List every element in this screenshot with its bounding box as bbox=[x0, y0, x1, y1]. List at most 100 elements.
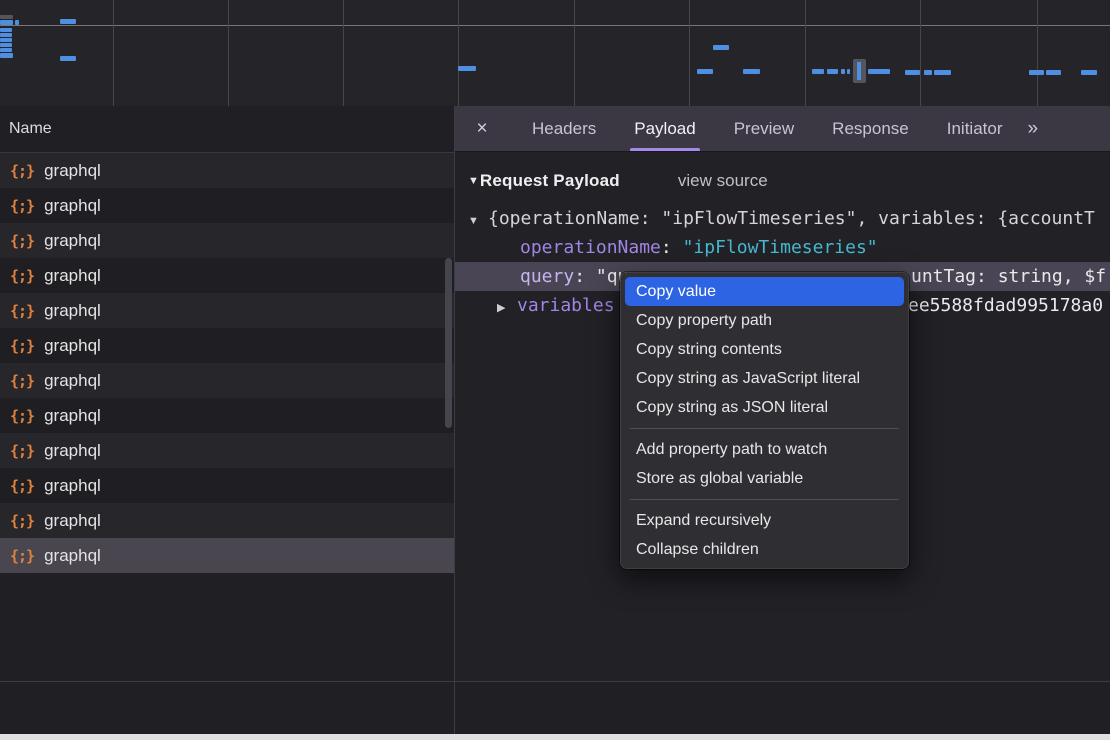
waterfall-request-bar[interactable] bbox=[1081, 70, 1097, 75]
summary-footer bbox=[0, 681, 1110, 734]
tab-payload[interactable]: Payload bbox=[634, 106, 695, 151]
tab-headers[interactable]: Headers bbox=[532, 106, 596, 151]
json-file-icon: {;} bbox=[10, 267, 34, 285]
request-list-panel: Name {;} graphql {;} graphql {;} graphql {;} gr… bbox=[0, 106, 455, 681]
menu-item-expand-recursively[interactable]: Expand recursively bbox=[620, 506, 909, 535]
tab-preview[interactable]: Preview bbox=[734, 106, 794, 151]
view-source-link[interactable]: view source bbox=[678, 171, 768, 191]
waterfall-request-bar[interactable] bbox=[458, 66, 476, 71]
request-row[interactable]: {;}graphql bbox=[0, 153, 454, 188]
request-row[interactable]: {;} graphql bbox=[0, 503, 454, 538]
waterfall-request-bar[interactable] bbox=[697, 69, 713, 74]
json-string-value: "ipFlowTimeseries" bbox=[683, 237, 878, 258]
waterfall-request-bar[interactable] bbox=[60, 56, 76, 61]
detail-tabbar: × Headers Payload Preview Response Initiator… bbox=[455, 106, 1110, 152]
menu-item-copy-string-as-json-literal[interactable]: Copy string as JSON literal bbox=[620, 393, 909, 422]
waterfall-request-bar[interactable] bbox=[743, 69, 760, 74]
json-key: variables bbox=[517, 295, 615, 316]
close-icon[interactable]: × bbox=[471, 118, 493, 140]
overview-gridline bbox=[689, 0, 690, 106]
tab-response[interactable]: Response bbox=[832, 106, 909, 151]
waterfall-request-bar[interactable] bbox=[934, 70, 951, 75]
request-name-label: graphql bbox=[44, 266, 101, 286]
waterfall-request-bar[interactable] bbox=[0, 33, 12, 37]
tab-initiator[interactable]: Initiator bbox=[947, 106, 1003, 151]
request-payload-section[interactable]: ▼ Request Payload view source bbox=[455, 164, 1110, 198]
request-name-label: graphql bbox=[44, 336, 101, 356]
context-menu: Copy valueCopy property pathCopy string … bbox=[620, 272, 909, 569]
request-row[interactable]: {;} graphql bbox=[0, 293, 454, 328]
request-row[interactable]: {;} graphql bbox=[0, 328, 454, 363]
expand-open-icon[interactable]: ▼ bbox=[468, 207, 488, 233]
tab-label: Preview bbox=[734, 119, 794, 139]
waterfall-request-bar[interactable] bbox=[60, 19, 76, 24]
waterfall-request-bar[interactable] bbox=[1046, 70, 1061, 75]
menu-separator bbox=[630, 499, 899, 500]
request-row[interactable]: {;}graphql bbox=[0, 538, 454, 573]
menu-item-copy-string-contents[interactable]: Copy string contents bbox=[620, 335, 909, 364]
waterfall-request-bar[interactable] bbox=[847, 69, 850, 74]
json-file-icon: {;} bbox=[10, 512, 34, 530]
waterfall-request-bar[interactable] bbox=[812, 69, 824, 74]
waterfall-selected-request-box[interactable] bbox=[853, 59, 866, 83]
waterfall-request-bar[interactable] bbox=[0, 20, 13, 25]
waterfall-request-bar[interactable] bbox=[0, 53, 13, 58]
json-file-icon: {;} bbox=[10, 547, 34, 565]
request-payload-title: Request Payload bbox=[480, 171, 620, 191]
request-name-label: graphql bbox=[44, 406, 101, 426]
menu-item-copy-string-as-javascript-literal[interactable]: Copy string as JavaScript literal bbox=[620, 364, 909, 393]
name-column-header[interactable]: Name bbox=[0, 106, 454, 153]
waterfall-request-bar[interactable] bbox=[1029, 70, 1044, 75]
expand-closed-icon[interactable]: ▶ bbox=[497, 294, 517, 320]
request-row[interactable]: {;} graphql bbox=[0, 468, 454, 503]
detail-tabs: Headers Payload Preview Response Initiator bbox=[513, 106, 1021, 151]
menu-item-copy-property-path[interactable]: Copy property path bbox=[620, 306, 909, 335]
request-name-label: graphql bbox=[44, 511, 101, 531]
json-key: query bbox=[520, 266, 574, 287]
overview-gridline bbox=[343, 0, 344, 106]
request-row[interactable]: {;} graphql bbox=[0, 258, 454, 293]
json-separator: : bbox=[661, 237, 683, 258]
request-name-label: graphql bbox=[44, 301, 101, 321]
devtools-network-panel: Name {;} graphql {;} graphql {;} graphql {;} gr… bbox=[0, 0, 1110, 740]
tab-label: Payload bbox=[634, 119, 695, 139]
waterfall-request-bar[interactable] bbox=[713, 45, 729, 50]
json-root-row[interactable]: ▼{operationName: "ipFlowTimeseries", var… bbox=[455, 204, 1110, 233]
json-row-operation-name[interactable]: operationName: "ipFlowTimeseries" bbox=[455, 233, 1110, 262]
menu-item-store-as-global-variable[interactable]: Store as global variable bbox=[620, 464, 909, 493]
waterfall-request-bar[interactable] bbox=[827, 69, 838, 74]
network-overview-timeline[interactable] bbox=[0, 0, 1110, 107]
request-row[interactable]: {;}graphql bbox=[0, 363, 454, 398]
menu-item-add-property-path-to-watch[interactable]: Add property path to watch bbox=[620, 435, 909, 464]
scrollbar-thumb[interactable] bbox=[445, 258, 452, 428]
menu-separator bbox=[630, 428, 899, 429]
request-row[interactable]: {;}graphql bbox=[0, 398, 454, 433]
json-file-icon: {;} bbox=[10, 302, 34, 320]
json-file-icon: {;} bbox=[10, 337, 34, 355]
json-root-preview: {operationName: "ipFlowTimeseries", vari… bbox=[488, 208, 1095, 229]
section-collapse-icon[interactable]: ▼ bbox=[468, 175, 479, 187]
waterfall-request-bar[interactable] bbox=[0, 43, 12, 47]
request-row[interactable]: {;}graphql bbox=[0, 433, 454, 468]
waterfall-request-bar[interactable] bbox=[15, 20, 19, 25]
menu-item-copy-value[interactable]: Copy value bbox=[625, 277, 904, 306]
tab-label: Response bbox=[832, 119, 909, 139]
more-tabs-icon[interactable]: » bbox=[1027, 118, 1036, 140]
overview-gridline bbox=[458, 0, 459, 106]
json-file-icon: {;} bbox=[10, 477, 34, 495]
window-bottom-edge bbox=[0, 734, 1110, 740]
waterfall-request-bar[interactable] bbox=[0, 28, 12, 32]
waterfall-request-bar[interactable] bbox=[841, 69, 845, 74]
waterfall-request-bar[interactable] bbox=[924, 70, 932, 75]
request-row[interactable]: {;}graphql bbox=[0, 188, 454, 223]
request-row[interactable]: {;}graphql bbox=[0, 223, 454, 258]
request-name-label: graphql bbox=[44, 476, 101, 496]
waterfall-request-bar[interactable] bbox=[0, 48, 12, 52]
waterfall-request-bar[interactable] bbox=[0, 15, 13, 19]
panel-divider bbox=[454, 682, 455, 735]
waterfall-request-bar[interactable] bbox=[868, 69, 890, 74]
waterfall-request-bar[interactable] bbox=[0, 38, 12, 42]
waterfall-request-bar[interactable] bbox=[905, 70, 920, 75]
request-name-label: graphql bbox=[44, 441, 101, 461]
menu-item-collapse-children[interactable]: Collapse children bbox=[620, 535, 909, 564]
